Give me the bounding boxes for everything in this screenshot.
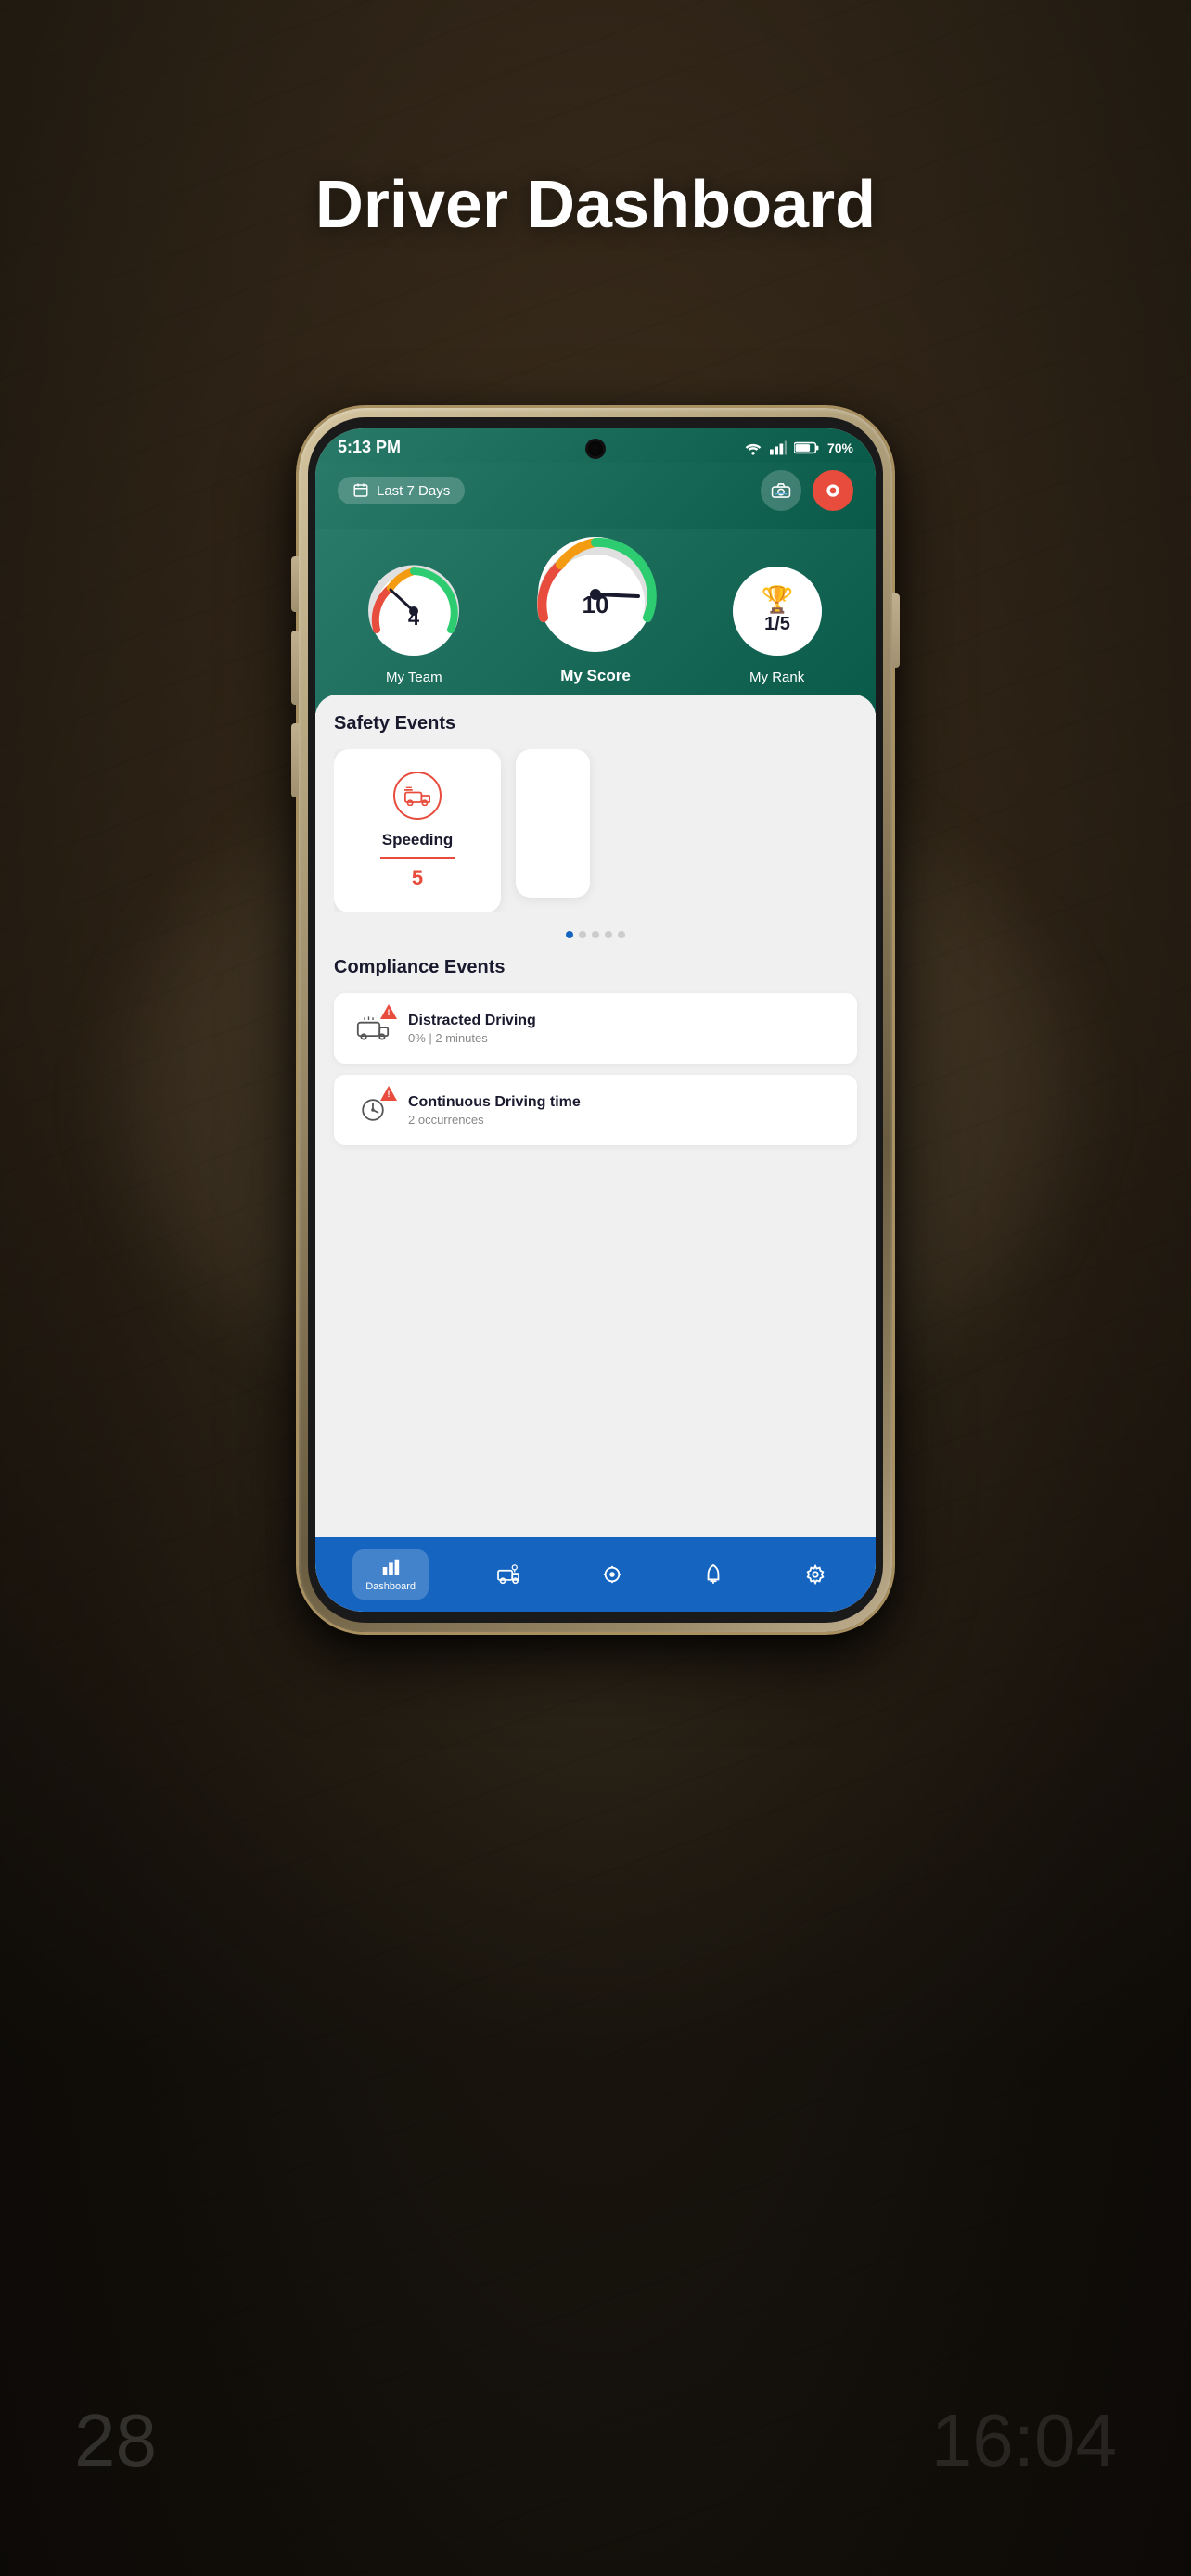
truck-location-icon: [497, 1564, 519, 1585]
continuous-driving-icon: [356, 1097, 390, 1123]
carousel-dots: [334, 931, 857, 938]
dot-1: [566, 931, 573, 938]
svg-text:4: 4: [408, 606, 420, 630]
distracted-driving-icon-container: !: [352, 1008, 393, 1049]
header-actions: [761, 470, 853, 511]
nav-route[interactable]: [589, 1557, 635, 1592]
phone-frame: 5:13 PM: [299, 408, 892, 1632]
distracted-driving-icon: [356, 1015, 390, 1041]
phone-device: 5:13 PM: [299, 408, 892, 1632]
svg-text:1/5: 1/5: [764, 614, 790, 634]
speeding-count: 5: [380, 857, 455, 890]
date-filter[interactable]: Last 7 Days: [338, 477, 465, 504]
speeding-card[interactable]: Speeding 5: [334, 749, 501, 912]
continuous-driving-text: Continuous Driving time 2 occurrences: [408, 1094, 839, 1127]
nav-dashboard-label: Dashboard: [365, 1581, 416, 1592]
power-button: [892, 593, 900, 668]
distracted-driving-item[interactable]: ! Distracted Driving 0% | 2 minutes: [334, 993, 857, 1064]
my-rank-display: 🏆 1/5: [726, 560, 828, 662]
main-content: Safety Events: [315, 695, 876, 1612]
car-clock-right: 16:04: [931, 2398, 1117, 2483]
distracted-driving-detail: 0% | 2 minutes: [408, 1031, 839, 1045]
status-time: 5:13 PM: [338, 438, 401, 457]
car-camera-icon: [771, 482, 791, 499]
status-icons: 70%: [744, 440, 853, 455]
page-title: Driver Dashboard: [0, 167, 1191, 243]
my-rank-label: My Rank: [749, 670, 804, 685]
date-filter-label: Last 7 Days: [377, 483, 450, 499]
front-camera: [588, 441, 603, 456]
record-icon: [824, 481, 842, 500]
my-team-label: My Team: [386, 670, 442, 685]
my-score-gauge: 10: [531, 529, 660, 659]
nav-truck-location[interactable]: [484, 1557, 532, 1592]
next-safety-card: [516, 749, 590, 898]
my-score: 10 My Score: [531, 529, 660, 685]
battery-icon: [794, 440, 820, 455]
svg-text:10: 10: [583, 591, 609, 618]
signal-icon: [770, 440, 787, 455]
bottom-navigation: Dashboard: [315, 1537, 876, 1612]
dot-3: [592, 931, 599, 938]
dot-5: [618, 931, 625, 938]
battery-level: 70%: [827, 440, 853, 455]
safety-events-scroll: Speeding 5: [334, 749, 857, 912]
nav-notifications[interactable]: [691, 1557, 736, 1592]
app-screen: 5:13 PM: [315, 428, 876, 1612]
dot-2: [579, 931, 586, 938]
svg-text:🏆: 🏆: [761, 584, 793, 615]
distracted-driving-text: Distracted Driving 0% | 2 minutes: [408, 1013, 839, 1045]
dot-4: [605, 931, 612, 938]
bell-icon: [704, 1564, 723, 1585]
speeding-icon: [404, 785, 430, 806]
my-score-label: My Score: [560, 667, 631, 685]
volume-up-button: [291, 631, 299, 705]
continuous-driving-item[interactable]: ! Continuous Driving time 2 occurrences: [334, 1075, 857, 1145]
alert-triangle-continuous: !: [380, 1086, 397, 1101]
continuous-driving-name: Continuous Driving time: [408, 1094, 839, 1111]
calendar-icon: [352, 482, 369, 499]
settings-icon: [805, 1564, 826, 1585]
continuous-driving-icon-container: !: [352, 1090, 393, 1130]
route-icon: [602, 1564, 622, 1585]
car-camera-button[interactable]: [761, 470, 801, 511]
speeding-icon-container: [393, 772, 442, 820]
nav-settings[interactable]: [792, 1557, 839, 1592]
nav-dashboard[interactable]: Dashboard: [352, 1549, 429, 1600]
my-team-gauge: 4: [363, 560, 465, 662]
wifi-icon: [744, 440, 762, 455]
app-header: Last 7 Days: [315, 463, 876, 529]
car-clock-left: 28: [74, 2398, 157, 2483]
compliance-events-title: Compliance Events: [334, 957, 857, 978]
score-section: 4 My Team: [315, 529, 876, 713]
record-button[interactable]: [813, 470, 853, 511]
distracted-driving-name: Distracted Driving: [408, 1013, 839, 1029]
speeding-label: Speeding: [356, 831, 479, 849]
my-team-score: 4 My Team: [363, 560, 465, 685]
safety-events-title: Safety Events: [334, 713, 857, 734]
chart-icon: [380, 1557, 401, 1577]
alert-triangle-distracted: !: [380, 1004, 397, 1019]
my-rank: 🏆 1/5 My Rank: [726, 560, 828, 685]
volume-down-button: [291, 723, 299, 797]
continuous-driving-detail: 2 occurrences: [408, 1113, 839, 1127]
silent-button: [291, 556, 299, 612]
phone-screen: 5:13 PM: [315, 428, 876, 1612]
